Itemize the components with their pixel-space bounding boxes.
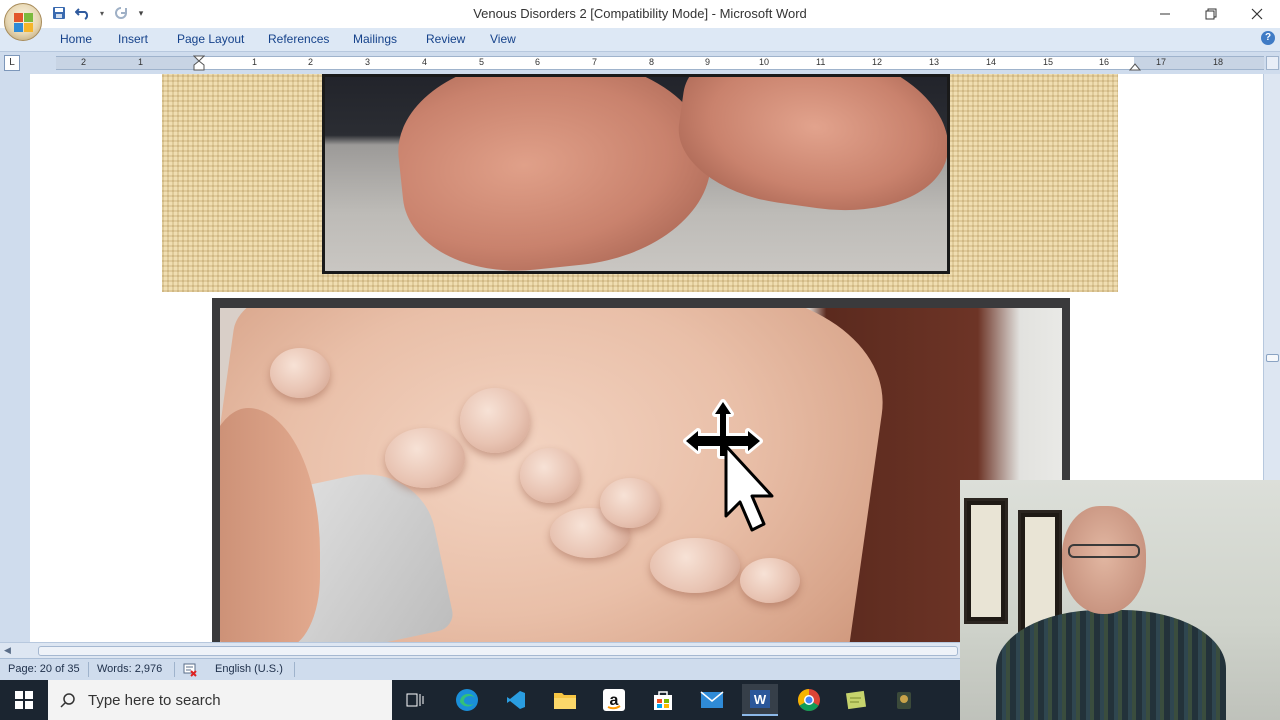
file-explorer-icon[interactable] bbox=[547, 684, 583, 716]
left-margin-strip bbox=[0, 74, 30, 642]
right-indent-marker[interactable] bbox=[1129, 59, 1141, 71]
amazon-icon[interactable]: a bbox=[596, 684, 632, 716]
ruler-number: 12 bbox=[872, 57, 883, 67]
ruler-number: 5 bbox=[479, 57, 485, 67]
proofing-icon[interactable] bbox=[182, 661, 198, 680]
vein-bulge bbox=[270, 348, 330, 398]
ruler-number: 8 bbox=[649, 57, 655, 67]
tab-view[interactable]: View bbox=[490, 32, 516, 46]
ruler-number: 17 bbox=[1156, 57, 1167, 67]
tab-page-layout[interactable]: Page Layout bbox=[177, 32, 244, 46]
tab-review[interactable]: Review bbox=[426, 32, 465, 46]
ruler-number: 4 bbox=[422, 57, 428, 67]
taskbar-search[interactable]: Type here to search bbox=[48, 680, 392, 720]
page-count[interactable]: Page: 20 of 35 bbox=[8, 663, 80, 675]
feet-photo bbox=[322, 74, 950, 274]
status-bar: Page: 20 of 35 Words: 2,976 English (U.S… bbox=[0, 658, 960, 680]
ruler-number: 2 bbox=[308, 57, 314, 67]
person-head bbox=[1062, 506, 1146, 614]
scroll-left-icon[interactable]: ◀ bbox=[4, 645, 11, 656]
move-cursor-icon bbox=[683, 399, 774, 532]
left-indent-marker[interactable] bbox=[193, 55, 205, 71]
status-separator bbox=[174, 662, 175, 677]
window-title: Venous Disorders 2 [Compatibility Mode] … bbox=[473, 6, 807, 21]
minimize-icon bbox=[1160, 13, 1170, 15]
status-separator bbox=[88, 662, 89, 677]
horizontal-scroll-thumb[interactable] bbox=[38, 646, 958, 656]
help-icon[interactable]: ? bbox=[1261, 31, 1275, 45]
horizontal-scrollbar[interactable]: ◀ bbox=[0, 642, 960, 658]
language-status[interactable]: English (U.S.) bbox=[215, 663, 283, 675]
search-icon bbox=[60, 693, 75, 708]
wall-art bbox=[971, 505, 1001, 617]
notes-icon[interactable] bbox=[838, 684, 874, 716]
restore-icon bbox=[1205, 8, 1217, 20]
ruler-number: 2 bbox=[81, 57, 87, 67]
ruler-number: 18 bbox=[1213, 57, 1224, 67]
close-icon bbox=[1251, 8, 1263, 20]
vertical-scroll-thumb[interactable] bbox=[1266, 354, 1279, 362]
ruler-number: 7 bbox=[592, 57, 598, 67]
leg-photo bbox=[220, 308, 1062, 642]
tab-references[interactable]: References bbox=[268, 32, 329, 46]
ruler-number: 15 bbox=[1043, 57, 1054, 67]
ruler-number: 1 bbox=[138, 57, 144, 67]
close-button[interactable] bbox=[1234, 0, 1280, 28]
office-button[interactable] bbox=[4, 3, 42, 41]
chrome-icon[interactable] bbox=[791, 684, 827, 716]
ruler-number: 3 bbox=[365, 57, 371, 67]
feet-image[interactable] bbox=[162, 74, 1118, 292]
tab-home[interactable]: Home bbox=[60, 32, 92, 46]
tab-selector[interactable]: L bbox=[4, 55, 20, 71]
ribbon-tabs: Home Insert Page Layout References Maili… bbox=[0, 28, 1280, 52]
status-separator bbox=[294, 662, 295, 677]
wall-art-frame bbox=[964, 498, 1008, 624]
ruler-number: 9 bbox=[705, 57, 711, 67]
ruler-number: 13 bbox=[929, 57, 940, 67]
office-logo-icon bbox=[14, 13, 34, 33]
vein-bulge bbox=[520, 448, 580, 503]
edge-icon[interactable] bbox=[449, 684, 485, 716]
vs-code-icon[interactable] bbox=[498, 684, 534, 716]
vein-bulge bbox=[650, 538, 740, 593]
task-view-icon[interactable] bbox=[398, 684, 434, 716]
webcam-overlay bbox=[960, 480, 1280, 720]
glasses bbox=[1068, 544, 1140, 558]
vein-bulge bbox=[600, 478, 660, 528]
varicose-leg-image[interactable] bbox=[212, 298, 1070, 642]
minimize-button[interactable] bbox=[1142, 0, 1188, 28]
svg-text:W: W bbox=[754, 692, 767, 707]
tab-insert[interactable]: Insert bbox=[118, 32, 148, 46]
title-bar: ▾ ▾ Venous Disorders 2 [Compatibility Mo… bbox=[0, 0, 1280, 28]
ruler-number: 10 bbox=[759, 57, 770, 67]
ruler-number: 6 bbox=[535, 57, 541, 67]
vein-bulge bbox=[385, 428, 465, 488]
game-icon[interactable] bbox=[886, 684, 922, 716]
ruler-number: 1 bbox=[252, 57, 258, 67]
store-icon[interactable] bbox=[645, 684, 681, 716]
word-count[interactable]: Words: 2,976 bbox=[97, 663, 162, 675]
vein-bulge bbox=[740, 558, 800, 603]
left-foot bbox=[389, 77, 721, 271]
restore-button[interactable] bbox=[1188, 0, 1234, 28]
right-foot bbox=[670, 77, 947, 226]
person-body bbox=[996, 610, 1226, 720]
vein-bulge bbox=[460, 388, 530, 453]
view-ruler-button[interactable] bbox=[1266, 56, 1279, 70]
ruler-number: 16 bbox=[1099, 57, 1110, 67]
ruler-margin-left bbox=[56, 57, 198, 69]
search-placeholder: Type here to search bbox=[88, 692, 221, 709]
ruler-margin-right bbox=[1134, 57, 1264, 69]
start-button[interactable] bbox=[0, 680, 48, 720]
tab-mailings[interactable]: Mailings bbox=[353, 32, 397, 46]
horizontal-ruler[interactable]: 2 1 1 2 3 4 5 6 7 8 9 10 11 12 13 14 15 … bbox=[56, 55, 1264, 71]
ruler-number: 11 bbox=[816, 57, 826, 67]
ruler-row: L 2 1 1 2 3 4 5 6 7 8 9 10 11 12 13 14 1… bbox=[0, 52, 1280, 74]
windows-icon bbox=[15, 691, 33, 709]
ruler-number: 14 bbox=[986, 57, 997, 67]
word-icon[interactable]: W bbox=[742, 684, 778, 716]
mail-icon[interactable] bbox=[694, 684, 730, 716]
